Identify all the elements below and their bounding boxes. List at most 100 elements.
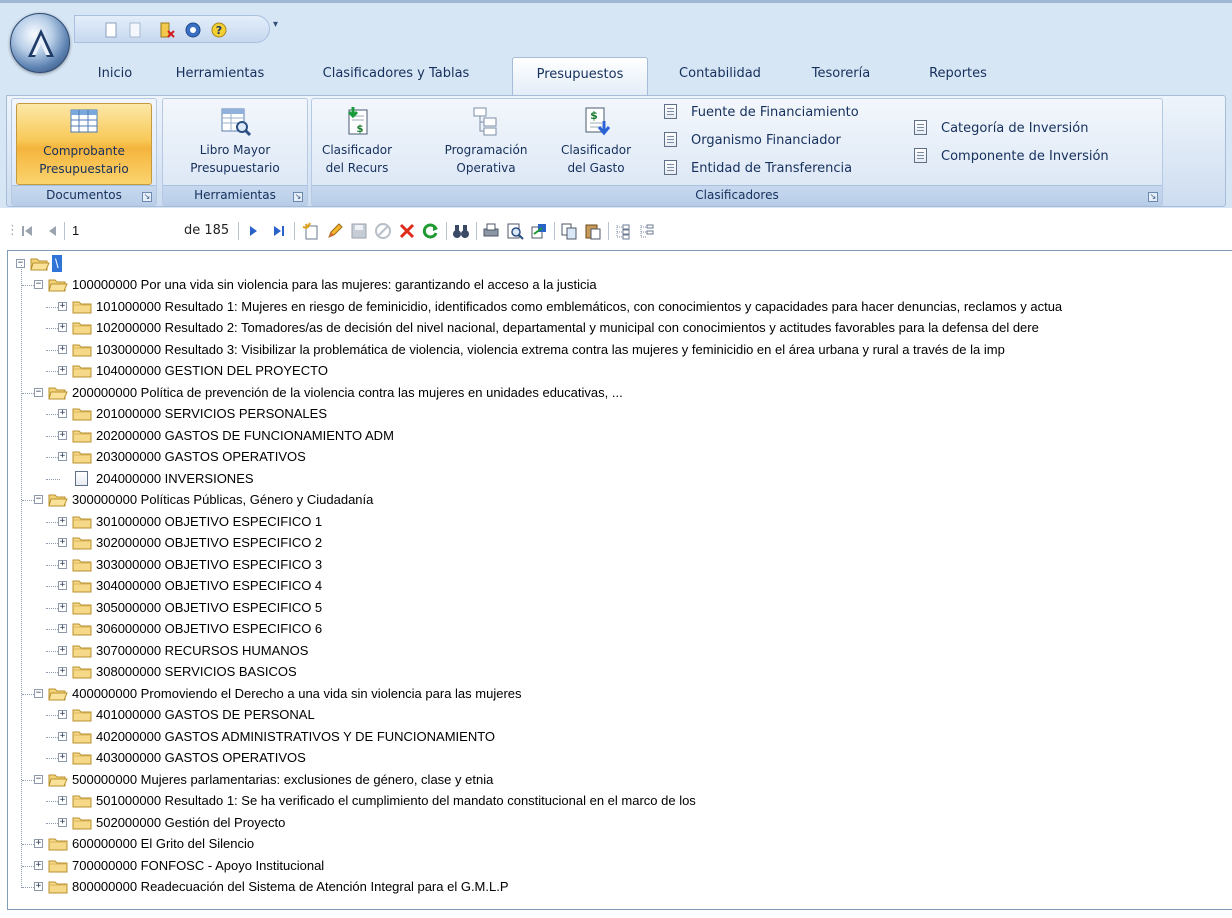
- collapse-toggle[interactable]: −: [34, 280, 43, 289]
- tree-node[interactable]: +307000000 RECURSOS HUMANOS: [8, 640, 1232, 661]
- dialog-launcher-icon[interactable]: ↘: [1148, 192, 1158, 202]
- print-icon[interactable]: [482, 222, 500, 240]
- tree-node[interactable]: − 200000000 Política de prevención de la …: [8, 382, 1232, 403]
- entidad-de-transferencia-button[interactable]: Entidad de Transferencia: [664, 159, 852, 179]
- categoria-de-inversion-button[interactable]: Categoría de Inversión: [914, 119, 1088, 139]
- tree-node-label[interactable]: 500000000 Mujeres parlamentarias: exclus…: [72, 769, 493, 790]
- tree-node[interactable]: +101000000 Resultado 1: Mujeres en riesg…: [8, 296, 1232, 317]
- expand-toggle[interactable]: +: [58, 817, 67, 827]
- tree-node[interactable]: +202000000 GASTOS DE FUNCIONAMIENTO ADM: [8, 425, 1232, 446]
- tab-tesoreria[interactable]: Tesorería: [792, 57, 890, 93]
- first-record-icon[interactable]: [20, 222, 34, 240]
- help-icon[interactable]: ?: [211, 22, 227, 38]
- expand-tree-icon[interactable]: [614, 222, 632, 240]
- tree-node-label[interactable]: 202000000 GASTOS DE FUNCIONAMIENTO ADM: [96, 425, 394, 446]
- expand-toggle[interactable]: +: [58, 430, 67, 440]
- tab-reportes[interactable]: Reportes: [908, 57, 1008, 93]
- expand-toggle[interactable]: +: [58, 452, 67, 461]
- collapse-toggle[interactable]: −: [34, 688, 43, 698]
- customize-qat-icon[interactable]: ▾: [273, 19, 278, 30]
- dialog-launcher-icon[interactable]: ↘: [142, 192, 152, 202]
- expand-toggle[interactable]: +: [34, 860, 43, 870]
- tree-node-label[interactable]: 800000000 Readecuación del Sistema de At…: [72, 876, 509, 897]
- expand-toggle[interactable]: +: [58, 409, 67, 418]
- expand-toggle[interactable]: +: [58, 731, 67, 741]
- tree-node[interactable]: − 100000000 Por una vida sin violencia pa…: [8, 274, 1232, 295]
- tree-node[interactable]: − 400000000 Promoviendo el Derecho a una …: [8, 683, 1232, 704]
- root-label[interactable]: \: [52, 255, 62, 272]
- expand-toggle[interactable]: +: [58, 753, 67, 762]
- expand-toggle[interactable]: +: [58, 581, 67, 590]
- tree-node-label[interactable]: 303000000 OBJETIVO ESPECIFICO 3: [96, 554, 322, 575]
- tree-node-label[interactable]: 401000000 GASTOS DE PERSONAL: [96, 704, 315, 725]
- expand-toggle[interactable]: +: [58, 624, 67, 633]
- edit-pencil-icon[interactable]: [326, 222, 344, 240]
- tree-node[interactable]: +600000000 El Grito del Silencio: [8, 833, 1232, 854]
- tree-node-label[interactable]: 308000000 SERVICIOS BASICOS: [96, 661, 297, 682]
- cancel-icon[interactable]: [374, 222, 392, 240]
- tree-node[interactable]: +308000000 SERVICIOS BASICOS: [8, 661, 1232, 682]
- expand-toggle[interactable]: +: [58, 667, 67, 676]
- tree-node[interactable]: +700000000 FONFOSC - Apoyo Institucional: [8, 855, 1232, 876]
- tree-node[interactable]: +102000000 Resultado 2: Tomadores/as de …: [8, 317, 1232, 338]
- delete-icon[interactable]: [398, 222, 416, 240]
- tree-node-label[interactable]: 306000000 OBJETIVO ESPECIFICO 6: [96, 618, 322, 639]
- tree-node-label[interactable]: 502000000 Gestión del Proyecto: [96, 812, 285, 833]
- refresh-icon[interactable]: [422, 222, 440, 240]
- paste-icon[interactable]: [584, 222, 602, 240]
- tree-node-label[interactable]: 700000000 FONFOSC - Apoyo Institucional: [72, 855, 324, 876]
- tree-node[interactable]: +402000000 GASTOS ADMINISTRATIVOS Y DE F…: [8, 726, 1232, 747]
- expand-toggle[interactable]: +: [58, 796, 67, 805]
- tree-node-label[interactable]: 203000000 GASTOS OPERATIVOS: [96, 446, 306, 467]
- tree-node-label[interactable]: 100000000 Por una vida sin violencia par…: [72, 274, 597, 295]
- expand-toggle[interactable]: +: [58, 645, 67, 655]
- print-preview-icon[interactable]: [506, 222, 524, 240]
- export-icon[interactable]: [530, 222, 548, 240]
- tree-node-label[interactable]: 204000000 INVERSIONES: [96, 468, 254, 489]
- expand-toggle[interactable]: +: [58, 344, 67, 354]
- tree-node-label[interactable]: 302000000 OBJETIVO ESPECIFICO 2: [96, 532, 322, 553]
- expand-toggle[interactable]: +: [58, 710, 67, 719]
- tab-inicio[interactable]: Inicio: [76, 57, 154, 93]
- tree-node-label[interactable]: 104000000 GESTION DEL PROYECTO: [96, 360, 328, 381]
- programacion-operativa-button[interactable]: Programación Operativa: [430, 103, 542, 185]
- collapse-tree-icon[interactable]: [638, 222, 656, 240]
- previous-record-icon[interactable]: [46, 222, 58, 240]
- expand-toggle[interactable]: +: [58, 559, 67, 569]
- tab-presupuestos[interactable]: Presupuestos: [512, 57, 648, 95]
- expand-toggle[interactable]: +: [58, 323, 67, 332]
- libro-mayor-presupuestario-button[interactable]: Libro Mayor Presupuestario: [167, 103, 303, 185]
- tab-clasificadores-y-tablas[interactable]: Clasificadores y Tablas: [304, 57, 488, 93]
- expand-toggle[interactable]: +: [58, 301, 67, 311]
- exit-icon[interactable]: [159, 22, 175, 38]
- tab-contabilidad[interactable]: Contabilidad: [662, 57, 778, 93]
- tree-node-label[interactable]: 501000000 Resultado 1: Se ha verificado …: [96, 790, 696, 811]
- copy-icon[interactable]: [560, 222, 578, 240]
- tree-node[interactable]: +201000000 SERVICIOS PERSONALES: [8, 403, 1232, 424]
- application-menu-button[interactable]: [10, 13, 70, 73]
- tree-node-label[interactable]: 305000000 OBJETIVO ESPECIFICO 5: [96, 597, 322, 618]
- tree-node-label[interactable]: 403000000 GASTOS OPERATIVOS: [96, 747, 306, 768]
- tree-node[interactable]: +301000000 OBJETIVO ESPECIFICO 1: [8, 511, 1232, 532]
- tree-node-label[interactable]: 200000000 Política de prevención de la v…: [72, 382, 623, 403]
- tree-node[interactable]: +103000000 Resultado 3: Visibilizar la p…: [8, 339, 1232, 360]
- tab-herramientas[interactable]: Herramientas: [158, 57, 282, 93]
- tree-node-label[interactable]: 307000000 RECURSOS HUMANOS: [96, 640, 308, 661]
- clasificador-recurs-button[interactable]: $ Clasificador del Recurs: [318, 103, 396, 185]
- tree-node[interactable]: − 500000000 Mujeres parlamentarias: exclu…: [8, 769, 1232, 790]
- tree-node-label[interactable]: 101000000 Resultado 1: Mujeres en riesgo…: [96, 296, 1062, 317]
- help-info-icon[interactable]: [185, 22, 201, 38]
- tree-node-label[interactable]: 600000000 El Grito del Silencio: [72, 833, 254, 854]
- expand-toggle[interactable]: +: [58, 538, 67, 547]
- tree-node[interactable]: − 300000000 Políticas Públicas, Género y …: [8, 489, 1232, 510]
- organismo-financiador-button[interactable]: Organismo Financiador: [664, 131, 841, 151]
- tree-node-label[interactable]: 301000000 OBJETIVO ESPECIFICO 1: [96, 511, 322, 532]
- tree-node[interactable]: +203000000 GASTOS OPERATIVOS: [8, 446, 1232, 467]
- last-record-icon[interactable]: [272, 222, 286, 240]
- collapse-toggle[interactable]: −: [34, 387, 43, 397]
- tree-node[interactable]: +305000000 OBJETIVO ESPECIFICO 5: [8, 597, 1232, 618]
- fuente-de-financiamiento-button[interactable]: Fuente de Financiamiento: [664, 103, 859, 123]
- tree-node[interactable]: +303000000 OBJETIVO ESPECIFICO 3: [8, 554, 1232, 575]
- expand-toggle[interactable]: +: [58, 516, 67, 526]
- tree-node[interactable]: +104000000 GESTION DEL PROYECTO: [8, 360, 1232, 381]
